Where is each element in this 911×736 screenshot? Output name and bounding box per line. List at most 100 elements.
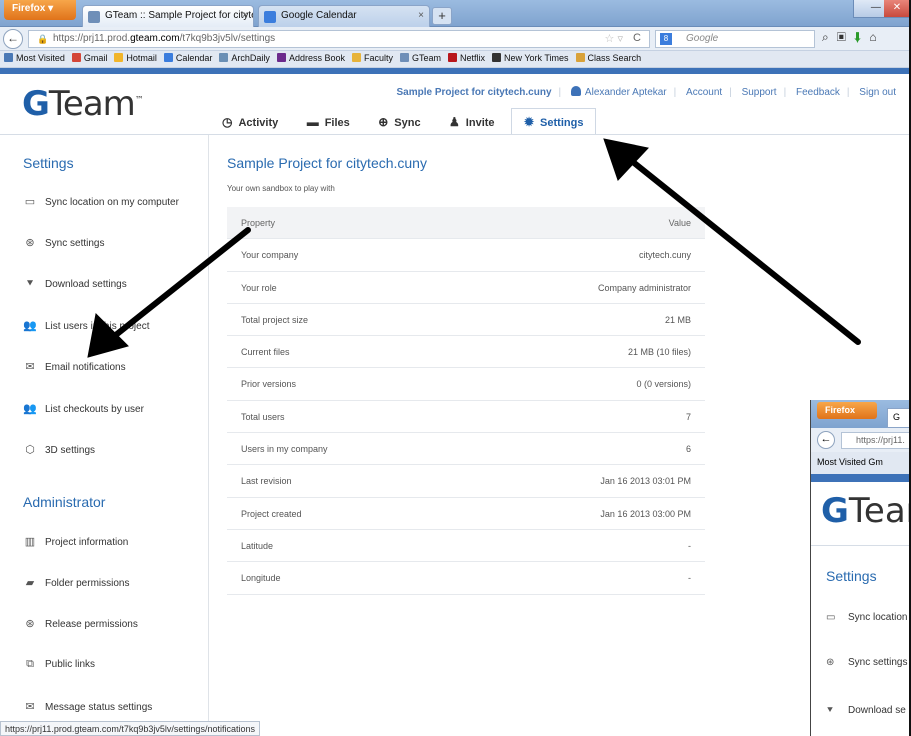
properties-table: Property Value Your company citytech.cuny… — [227, 207, 705, 595]
close-tab-icon[interactable]: × — [242, 10, 248, 21]
sidebar-item-project-information[interactable]: ▥ Project information — [23, 535, 129, 548]
property-value: Jan 16 2013 03:00 PM — [600, 508, 691, 519]
tab-invite[interactable]: ♟ Invite — [437, 109, 507, 135]
sidebar-item-sync-location[interactable]: ▭ Sync location on my computer — [23, 195, 179, 208]
sidebar-item-download-settings[interactable]: ⯆ Download settings — [23, 278, 127, 291]
table-row: Latitude - — [227, 530, 705, 563]
sidebar-item-sync-settings[interactable]: ⊛ Sync settings — [23, 236, 104, 249]
search-box[interactable]: 8 Google — [655, 30, 815, 48]
sidebar-item-3d-settings[interactable]: ⬡ 3D settings — [23, 443, 95, 456]
property-value: - — [688, 540, 691, 551]
account-link[interactable]: Account — [686, 87, 722, 98]
table-row: Your company citytech.cuny — [227, 239, 705, 272]
reload-icon[interactable]: C — [633, 32, 641, 44]
bookmark-item[interactable]: Most Visited — [4, 53, 65, 63]
tab-sync[interactable]: ⊕ Sync — [366, 109, 432, 135]
lock-icon: 🔒 — [37, 34, 49, 44]
url-bar[interactable]: 🔒 https://prj11.prod.gteam.com/t7kq9b3jv… — [28, 30, 650, 48]
users-icon: 👥 — [23, 320, 37, 332]
inset-url: https://prj11. — [841, 432, 911, 449]
sidebar-heading-settings: Settings — [23, 155, 74, 171]
close-window-icon[interactable]: ✕ — [884, 0, 910, 17]
property-name: Longitude — [241, 573, 281, 584]
bookmark-icon — [114, 53, 124, 62]
sidebar-item-folder-permissions[interactable]: ▰ Folder permissions — [23, 576, 130, 589]
support-link[interactable]: Support — [742, 87, 777, 98]
sidebar-item-email-notifications[interactable]: ✉ Email notifications — [23, 360, 125, 373]
tab-activity[interactable]: ◷ Activity — [210, 109, 290, 135]
table-row: Longitude - — [227, 562, 705, 595]
page-subtitle: Your own sandbox to play with — [227, 184, 335, 193]
bookmark-icon — [71, 53, 81, 62]
bookmark-icon — [163, 53, 173, 62]
bookmark-item[interactable]: Gmail — [71, 53, 107, 63]
bookmark-icon — [351, 53, 361, 62]
bookmark-item[interactable]: Address Book — [276, 53, 345, 63]
browser-tab-calendar[interactable]: Google Calendar × — [258, 5, 430, 27]
release-icon: ⊛ — [25, 618, 35, 630]
table-row: Total users 7 — [227, 401, 705, 434]
status-bar-url: https://prj11.prod.gteam.com/t7kq9b3jv5l… — [0, 721, 260, 736]
bookmark-item[interactable]: ArchDaily — [219, 53, 270, 63]
bookmark-item[interactable]: Hotmail — [114, 53, 157, 63]
google-icon: 8 — [660, 33, 672, 45]
bookmark-star-icon[interactable]: ☆ ▿ — [605, 32, 623, 45]
app-top-stripe — [0, 68, 911, 74]
property-value: citytech.cuny — [638, 250, 691, 261]
user-link[interactable]: Alexander Aptekar — [571, 86, 667, 98]
users-icon: 👥 — [23, 403, 37, 415]
home-icon: ⌂ — [869, 30, 885, 44]
sidebar-item-list-users[interactable]: 👥 List users in this project — [23, 319, 149, 332]
property-name: Total project size — [241, 314, 309, 325]
toolbar-icons[interactable]: ⌕▣⬇⌂ — [822, 30, 885, 45]
bookmark-item[interactable]: Class Search — [575, 53, 641, 63]
bookmark-icon — [4, 53, 13, 62]
inset-back-arrow-icon: ← — [817, 431, 835, 449]
window-controls[interactable]: — ▢ ✕ — [853, 0, 911, 18]
bookmark-item[interactable]: Calendar — [163, 53, 212, 63]
app-tabs: ◷ Activity ▬ Files ⊕ Sync ♟ Invite ✹ Settings — [210, 108, 597, 135]
inset-item: ⊛ Sync settings — [826, 657, 908, 668]
folder-lock-icon: ▰ — [25, 577, 35, 589]
gteam-logo[interactable]: GTeam™ — [22, 84, 144, 124]
back-arrow-icon[interactable]: ← — [3, 29, 23, 49]
download-icon: ⯆ — [826, 705, 834, 716]
bookmark-icon — [276, 53, 286, 62]
sidebar-item-list-checkouts[interactable]: 👥 List checkouts by user — [23, 402, 144, 415]
inset-screenshot: Firefox G ← https://prj11. Most Visited … — [810, 400, 911, 736]
inset-firefox-button: Firefox — [817, 402, 877, 419]
monitor-icon: ▭ — [24, 196, 36, 208]
message-icon: ✉ — [25, 701, 35, 713]
property-name: Project created — [241, 508, 302, 519]
bookmark-icon — [399, 53, 409, 62]
bookmark-item[interactable]: New York Times — [492, 53, 569, 63]
new-tab-button[interactable]: + — [432, 7, 452, 25]
monitor-icon: ▭ — [826, 612, 836, 623]
feedback-link[interactable]: Feedback — [796, 87, 840, 98]
firefox-menu-button[interactable]: Firefox ▾ — [4, 0, 76, 20]
property-value: - — [688, 573, 691, 584]
browser-tab-gteam[interactable]: GTeam :: Sample Project for citytech....… — [82, 5, 254, 27]
bookmark-item[interactable]: Netflix — [448, 53, 485, 63]
project-link[interactable]: Sample Project for citytech.cuny — [396, 87, 551, 98]
bookmark-item[interactable]: Faculty — [351, 53, 393, 63]
property-name: Your company — [241, 250, 299, 261]
bookmark-item[interactable]: GTeam — [399, 53, 441, 63]
browser-window: Firefox ▾ GTeam :: Sample Project for ci… — [0, 0, 911, 736]
bookmark-icon — [575, 53, 585, 62]
gteam-favicon-icon — [88, 11, 100, 23]
sign-out-link[interactable]: Sign out — [859, 87, 896, 98]
sync-settings-icon: ⊛ — [25, 237, 35, 249]
column-header-property[interactable]: Property — [241, 218, 275, 228]
calendar-favicon-icon — [264, 11, 276, 23]
sidebar-item-message-status[interactable]: ✉ Message status settings — [23, 700, 152, 713]
sidebar-item-release-permissions[interactable]: ⊛ Release permissions — [23, 617, 137, 630]
tab-files[interactable]: ▬ Files — [295, 109, 362, 135]
tab-bar: Firefox ▾ GTeam :: Sample Project for ci… — [0, 0, 911, 27]
sidebar-item-public-links[interactable]: ⧉ Public links — [23, 658, 95, 671]
column-header-value[interactable]: Value — [669, 218, 691, 228]
page-icon: ▣ — [836, 30, 854, 44]
close-tab-icon[interactable]: × — [418, 10, 424, 21]
tab-settings[interactable]: ✹ Settings — [510, 108, 597, 135]
bookmark-icon — [492, 53, 502, 62]
